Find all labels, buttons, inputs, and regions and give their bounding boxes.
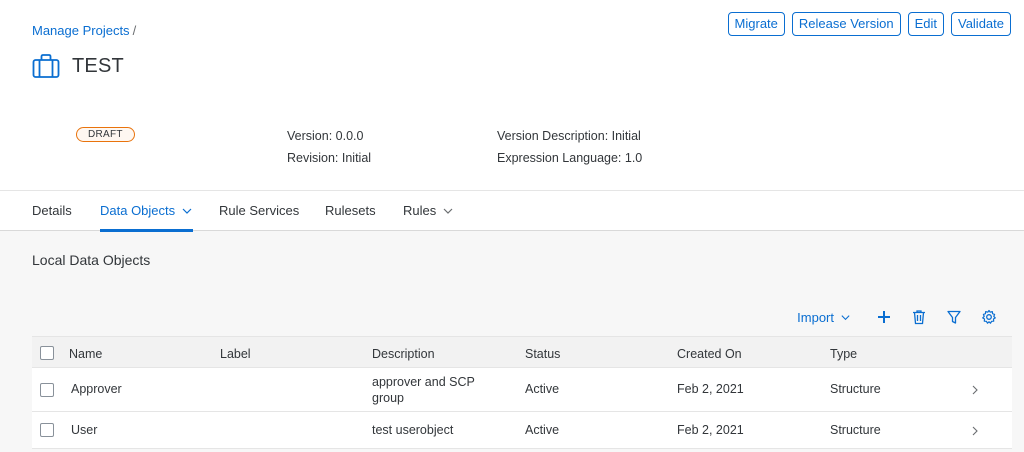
- tab-label: Rules: [403, 203, 437, 218]
- column-header-name[interactable]: Name: [69, 347, 102, 361]
- select-all-checkbox[interactable]: [40, 346, 54, 360]
- filter-icon[interactable]: [945, 308, 963, 326]
- cell-type: Structure: [830, 423, 881, 437]
- cell-name: Approver: [71, 382, 122, 396]
- chevron-down-icon: [443, 208, 453, 214]
- row-checkbox[interactable]: [40, 383, 54, 397]
- validate-button[interactable]: Validate: [950, 12, 1011, 36]
- cell-status: Active: [525, 423, 560, 437]
- tab-rule-services[interactable]: Rule Services: [219, 191, 299, 231]
- breadcrumb: Manage Projects /: [32, 23, 136, 38]
- migrate-button[interactable]: Migrate: [727, 12, 785, 36]
- status-badge: DRAFT: [76, 127, 135, 142]
- table-header: Name Label Description Status Created On…: [32, 336, 1012, 368]
- page-title: TEST: [72, 54, 124, 77]
- release-version-button[interactable]: Release Version: [791, 12, 901, 36]
- breadcrumb-manage-projects-link[interactable]: Manage Projects: [32, 23, 130, 38]
- column-header-description[interactable]: Description: [372, 347, 435, 361]
- version-description-text: Version Description: Initial: [497, 129, 641, 143]
- cell-type: Structure: [830, 382, 881, 396]
- import-menu-button[interactable]: Import: [797, 310, 851, 325]
- header-actions: Migrate Release Version Edit Validate: [727, 12, 1011, 36]
- tab-details[interactable]: Details: [32, 191, 72, 231]
- cell-description: test userobject: [372, 423, 454, 437]
- column-header-label[interactable]: Label: [220, 347, 251, 361]
- cell-description-line: approver and SCP: [372, 375, 475, 389]
- tab-label: Details: [32, 203, 72, 218]
- cell-created-on: Feb 2, 2021: [677, 423, 744, 437]
- edit-button[interactable]: Edit: [907, 12, 944, 36]
- chevron-right-icon[interactable]: [970, 426, 980, 436]
- table-row[interactable]: Approver approver and SCP group Active Fe…: [32, 368, 1012, 412]
- tab-label: Rule Services: [219, 203, 300, 218]
- tab-rulesets[interactable]: Rulesets: [325, 191, 376, 231]
- tab-label: Data Objects: [100, 203, 176, 218]
- section-title: Local Data Objects: [32, 252, 151, 268]
- table-toolbar: Import: [797, 306, 998, 328]
- object-page-header: Manage Projects / TEST Migrate Release Ve…: [0, 0, 1024, 190]
- cell-name: User: [71, 423, 98, 437]
- column-header-type[interactable]: Type: [830, 347, 857, 361]
- expression-language-text: Expression Language: 1.0: [497, 151, 643, 165]
- title-row: TEST: [32, 52, 124, 80]
- data-objects-table: Name Label Description Status Created On…: [32, 336, 1012, 449]
- tab-rules[interactable]: Rules: [403, 191, 454, 231]
- cell-description-line: group: [372, 391, 404, 405]
- breadcrumb-separator: /: [132, 23, 137, 38]
- tab-bar: Details Data Objects Rule Services Rules…: [0, 190, 1024, 232]
- cell-status: Active: [525, 382, 560, 396]
- chevron-down-icon: [182, 208, 192, 214]
- column-header-status[interactable]: Status: [525, 347, 560, 361]
- chevron-right-icon[interactable]: [970, 385, 980, 395]
- briefcase-icon: [32, 52, 60, 80]
- cell-created-on: Feb 2, 2021: [677, 382, 744, 396]
- tab-label: Rulesets: [325, 203, 376, 218]
- version-text: Version: 0.0.0: [287, 129, 364, 143]
- table-row[interactable]: User test userobject Active Feb 2, 2021 …: [32, 412, 1012, 449]
- revision-text: Revision: Initial: [287, 151, 372, 165]
- delete-icon[interactable]: [910, 308, 928, 326]
- add-icon[interactable]: [875, 308, 893, 326]
- import-label: Import: [797, 309, 834, 325]
- cell-description: approver and SCP group: [372, 374, 475, 406]
- column-header-created-on[interactable]: Created On: [677, 347, 742, 361]
- chevron-down-icon: [841, 314, 850, 320]
- settings-gear-icon[interactable]: [980, 308, 998, 326]
- row-checkbox[interactable]: [40, 423, 54, 437]
- tab-data-objects[interactable]: Data Objects: [100, 191, 194, 232]
